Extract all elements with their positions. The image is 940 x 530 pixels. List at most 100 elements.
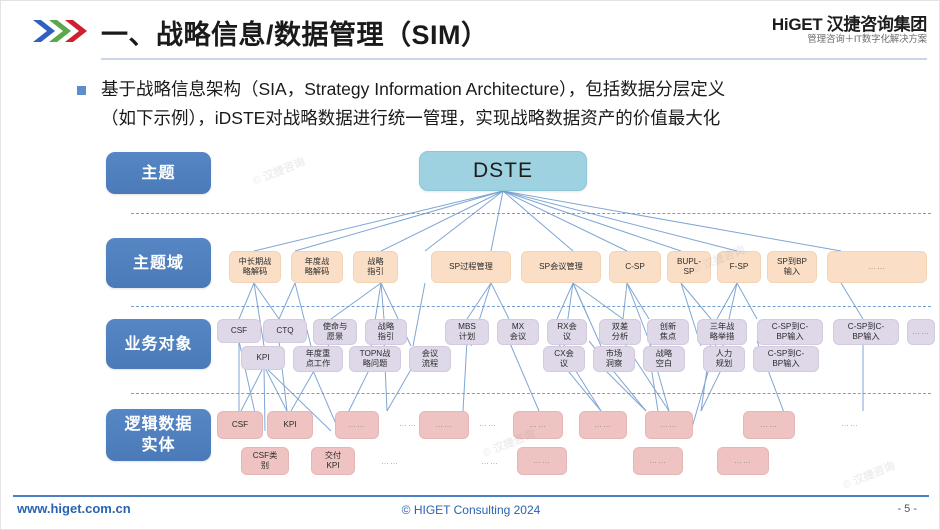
node-label: 会议 流程	[421, 349, 439, 368]
entity-node[interactable]: CSF	[217, 411, 263, 439]
node-label: ……	[660, 420, 678, 429]
node-label: KPI	[283, 420, 297, 429]
domain-node[interactable]: 战略 指引	[353, 251, 398, 283]
node-label: CSF	[231, 420, 249, 429]
bullet-line-2: （如下示例），iDSTE对战略数据进行统一管理，实现战略数据资产的价值最大化	[101, 108, 721, 128]
node-label: 战略 指引	[367, 257, 384, 276]
loose-placeholder: ……	[381, 457, 399, 466]
node-label: F-SP	[729, 262, 749, 271]
loose-placeholder: ……	[479, 419, 497, 428]
domain-node[interactable]: SP过程管理	[431, 251, 511, 283]
entity-node-placeholder[interactable]: ……	[633, 447, 683, 475]
node-label: KPI	[256, 353, 270, 362]
object-node[interactable]: CTQ	[263, 319, 307, 343]
entity-node-placeholder[interactable]: ……	[579, 411, 627, 439]
node-label: RX会 议	[557, 322, 577, 341]
slide-header: 一、战略信息/数据管理（SIM） HiGET 汉捷咨询集团 管理咨询＋IT数字化…	[1, 1, 940, 63]
node-label: ……	[435, 420, 453, 429]
domain-node[interactable]: F-SP	[717, 251, 761, 283]
node-label: CX会 议	[554, 349, 574, 368]
loose-placeholder: ……	[399, 419, 417, 428]
node-label: 交付 KPI	[324, 451, 342, 470]
object-node[interactable]: 创新 焦点	[647, 319, 689, 345]
level-label-subject: 主题	[106, 152, 211, 194]
node-label: C-SP	[625, 262, 645, 271]
node-label: 人力 规划	[715, 349, 733, 368]
object-node[interactable]: KPI	[241, 346, 285, 370]
object-node[interactable]: 人力 规划	[703, 346, 745, 372]
double-chevron-icon	[31, 17, 91, 45]
domain-node[interactable]: 年度战 略解码	[291, 251, 343, 283]
node-label: ……	[594, 420, 612, 429]
domain-node-placeholder[interactable]: ……	[827, 251, 927, 283]
node-label: 双差 分析	[611, 322, 629, 341]
node-label: CSF类 别	[252, 451, 278, 470]
object-node[interactable]: CX会 议	[543, 346, 585, 372]
bullet-text: 基于战略信息架构（SIA，Strategy Information Archit…	[101, 75, 927, 133]
node-label: ……	[760, 420, 778, 429]
level-label-text: 主题域	[132, 254, 184, 272]
object-node-placeholder[interactable]: ……	[907, 319, 935, 345]
object-node[interactable]: CSF	[217, 319, 261, 343]
node-label: 战略 空白	[655, 349, 673, 368]
node-label: ……	[348, 420, 366, 429]
level-label-text: 逻辑数据 实体	[124, 416, 193, 454]
entity-node-placeholder[interactable]: ……	[717, 447, 769, 475]
domain-node[interactable]: BUPL- SP	[667, 251, 711, 283]
object-node[interactable]: C-SP到C- BP输入	[833, 319, 899, 345]
level-label-text: 业务对象	[124, 335, 193, 353]
object-node[interactable]: 双差 分析	[599, 319, 641, 345]
entity-node-placeholder[interactable]: ……	[335, 411, 379, 439]
entity-node-placeholder[interactable]: ……	[513, 411, 563, 439]
level-label-text: 主题	[141, 164, 176, 182]
node-label: MX 会议	[509, 322, 527, 341]
node-label: ……	[912, 327, 930, 336]
node-label: BUPL- SP	[676, 257, 702, 276]
footer-divider	[13, 495, 929, 497]
object-node[interactable]: 战略 指引	[365, 319, 407, 345]
footer-copyright: © HIGET Consulting 2024	[401, 503, 541, 517]
object-node[interactable]: 会议 流程	[409, 346, 451, 372]
object-node[interactable]: TOPN战 略问题	[349, 346, 401, 372]
bullet-paragraph: 基于战略信息架构（SIA，Strategy Information Archit…	[77, 75, 927, 133]
domain-node[interactable]: SP到BP 输入	[767, 251, 817, 283]
entity-node-placeholder[interactable]: ……	[645, 411, 693, 439]
bullet-line-1: 基于战略信息架构（SIA，Strategy Information Archit…	[101, 79, 726, 99]
node-label: 年度战 略解码	[304, 257, 330, 276]
node-label: MBS 计划	[458, 322, 476, 341]
object-node[interactable]: RX会 议	[547, 319, 587, 345]
slide: 一、战略信息/数据管理（SIM） HiGET 汉捷咨询集团 管理咨询＋IT数字化…	[0, 0, 940, 530]
object-node[interactable]: 市场 洞察	[593, 346, 635, 372]
entity-node-placeholder[interactable]: ……	[517, 447, 567, 475]
object-node[interactable]: MX 会议	[497, 319, 539, 345]
object-node[interactable]: 使命与 愿景	[313, 319, 357, 345]
header-divider	[101, 58, 927, 60]
entity-node-placeholder[interactable]: ……	[743, 411, 795, 439]
object-node[interactable]: 年度重 点工作	[293, 346, 343, 372]
node-label: SP会议管理	[539, 262, 583, 271]
entity-node-placeholder[interactable]: ……	[419, 411, 469, 439]
level-label-business-object: 业务对象	[106, 319, 211, 369]
sia-hierarchy-diagram: 主题 主题域 业务对象 逻辑数据 实体 DSTE 中长期战 略解码 年度战 略解…	[1, 141, 940, 492]
object-node[interactable]: 战略 空白	[643, 346, 685, 372]
entity-node[interactable]: KPI	[267, 411, 313, 439]
entity-node[interactable]: 交付 KPI	[311, 447, 355, 475]
node-label: SP过程管理	[449, 262, 493, 271]
entity-node[interactable]: CSF类 别	[241, 447, 289, 475]
object-node[interactable]: MBS 计划	[445, 319, 489, 345]
node-label: SP到BP 输入	[776, 257, 808, 276]
object-node[interactable]: C-SP到C- BP输入	[757, 319, 823, 345]
object-node[interactable]: C-SP到C- BP输入	[753, 346, 819, 372]
level-separator-1	[131, 213, 931, 214]
loose-placeholder: ……	[481, 457, 499, 466]
node-label: ……	[529, 420, 547, 429]
domain-node[interactable]: C-SP	[609, 251, 661, 283]
square-bullet-icon	[77, 86, 86, 95]
root-node-dste[interactable]: DSTE	[419, 151, 587, 191]
object-node[interactable]: 三年战 略举措	[697, 319, 747, 345]
higet-logo: HiGET 汉捷咨询集团 管理咨询＋IT数字化解决方案	[772, 15, 927, 46]
node-label: 年度重 点工作	[305, 349, 331, 368]
domain-node[interactable]: SP会议管理	[521, 251, 601, 283]
node-label: 战略 指引	[377, 322, 395, 341]
domain-node[interactable]: 中长期战 略解码	[229, 251, 281, 283]
